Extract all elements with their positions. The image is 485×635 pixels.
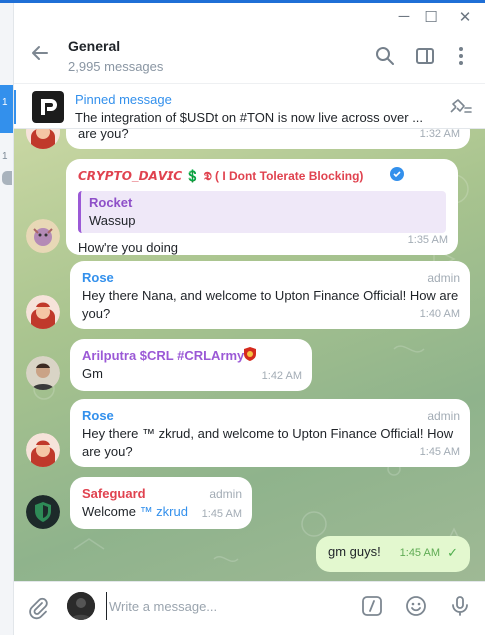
attach-icon — [29, 597, 48, 620]
chat-title[interactable]: General — [68, 38, 120, 54]
reply-quote[interactable]: Rocket Wassup — [78, 191, 446, 233]
rail-marker: 1 — [2, 97, 8, 108]
sender-name[interactable]: Arilputra $CRL #CRLArmy — [82, 347, 300, 365]
send-as-avatar[interactable] — [67, 592, 95, 620]
message-bubble[interactable]: Rose admin Hey there ™ zkrud, and welcom… — [70, 399, 470, 467]
message-text: How're you doing — [78, 240, 179, 255]
sender-name[interactable]: Rose — [82, 269, 458, 287]
reply-text: Wassup — [89, 213, 136, 228]
pinned-list-icon — [450, 99, 472, 113]
admin-badge: admin — [427, 409, 460, 423]
more-vertical-icon — [459, 47, 463, 65]
message-time: 1:35 AM — [407, 234, 448, 246]
message-bubble[interactable]: Safeguard admin Welcome ™ zkrud 1:45 AM — [70, 477, 252, 529]
bot-commands-button[interactable] — [360, 594, 384, 618]
chat-header: General 2,995 messages — [14, 31, 485, 83]
message-bubble[interactable]: are you? 1:32 AM — [66, 129, 470, 149]
message-text: gm guys! — [328, 544, 381, 559]
message-time: 1:40 AM — [419, 308, 460, 320]
pinned-text: The integration of $USDt on #TON is now … — [75, 110, 424, 125]
admin-badge: admin — [427, 271, 460, 285]
message-list[interactable]: are you? 1:32 AM 𝘾𝙍𝙔𝙋𝙏𝙊_𝘿𝘼𝙑𝙄𝘾 💲 𝕯 ( I Do… — [14, 129, 485, 581]
avatar[interactable] — [26, 219, 60, 253]
command-icon — [362, 596, 382, 616]
back-button[interactable] — [30, 43, 50, 69]
avatar[interactable] — [26, 295, 60, 329]
message-time: 1:45 AM — [399, 547, 440, 559]
message-time: 1:45 AM — [201, 508, 242, 520]
admin-badge: admin — [209, 487, 242, 501]
verified-icon — [390, 167, 404, 186]
message-input[interactable] — [106, 592, 346, 620]
window-controls: ─ ☐ ✕ — [14, 3, 485, 31]
maximize-button[interactable]: ☐ — [421, 8, 441, 26]
message-text: are you? — [78, 129, 129, 141]
avatar[interactable] — [26, 495, 60, 529]
pinned-message-bar[interactable]: Pinned message The integration of $USDt … — [14, 83, 485, 129]
sidebar-toggle-button[interactable] — [414, 45, 436, 67]
microphone-icon — [452, 596, 468, 616]
message-time: 1:45 AM — [419, 446, 460, 458]
pinned-label: Pinned message — [75, 92, 172, 107]
outgoing-message-bubble[interactable]: gm guys! 1:45 AM ✓ — [316, 536, 470, 572]
message-time: 1:42 AM — [261, 370, 302, 382]
sidebar-toggle-icon — [416, 48, 434, 64]
avatar[interactable] — [26, 356, 60, 390]
message-text: Hey there Nana, and welcome to Upton Fin… — [82, 288, 459, 321]
close-button[interactable]: ✕ — [455, 8, 475, 26]
attach-button[interactable] — [26, 596, 50, 620]
message-bubble[interactable]: Arilputra $CRL #CRLArmy Gm 1:42 AM — [70, 339, 312, 391]
search-button[interactable] — [374, 45, 396, 67]
user-mention-link[interactable]: ™ zkrud — [140, 504, 188, 519]
message-bubble[interactable]: 𝘾𝙍𝙔𝙋𝙏𝙊_𝘿𝘼𝙑𝙄𝘾 💲 𝕯 ( I Dont Tolerate Block… — [66, 159, 458, 255]
reply-sender: Rocket — [89, 195, 133, 210]
pinned-indicator — [14, 90, 16, 124]
message-composer — [14, 581, 485, 635]
avatar[interactable] — [26, 433, 60, 467]
sender-name[interactable]: Rose — [82, 407, 458, 425]
message-time: 1:32 AM — [419, 129, 460, 140]
search-icon — [376, 47, 394, 65]
selected-chat-indicator[interactable] — [0, 85, 13, 133]
message-count: 2,995 messages — [68, 59, 164, 74]
emoji-icon — [406, 596, 426, 616]
minimize-button[interactable]: ─ — [394, 8, 414, 25]
emoji-button[interactable] — [404, 594, 428, 618]
pinned-list-button[interactable] — [447, 96, 473, 118]
message-text-prefix: Welcome — [82, 504, 140, 519]
back-arrow-icon — [32, 46, 48, 60]
message-text: Hey there ™ zkrud, and welcome to Upton … — [82, 426, 454, 459]
pinned-thumbnail — [32, 91, 64, 123]
voice-record-button[interactable] — [448, 594, 472, 618]
rail-badge — [2, 171, 12, 185]
message-bubble[interactable]: Rose admin Hey there Nana, and welcome t… — [70, 261, 470, 329]
sent-check-icon: ✓ — [447, 545, 458, 560]
chat-list-rail: 1 1 — [0, 3, 14, 635]
club-badge-icon — [242, 346, 258, 367]
more-button[interactable] — [450, 45, 472, 67]
rail-marker: 1 — [2, 151, 8, 162]
